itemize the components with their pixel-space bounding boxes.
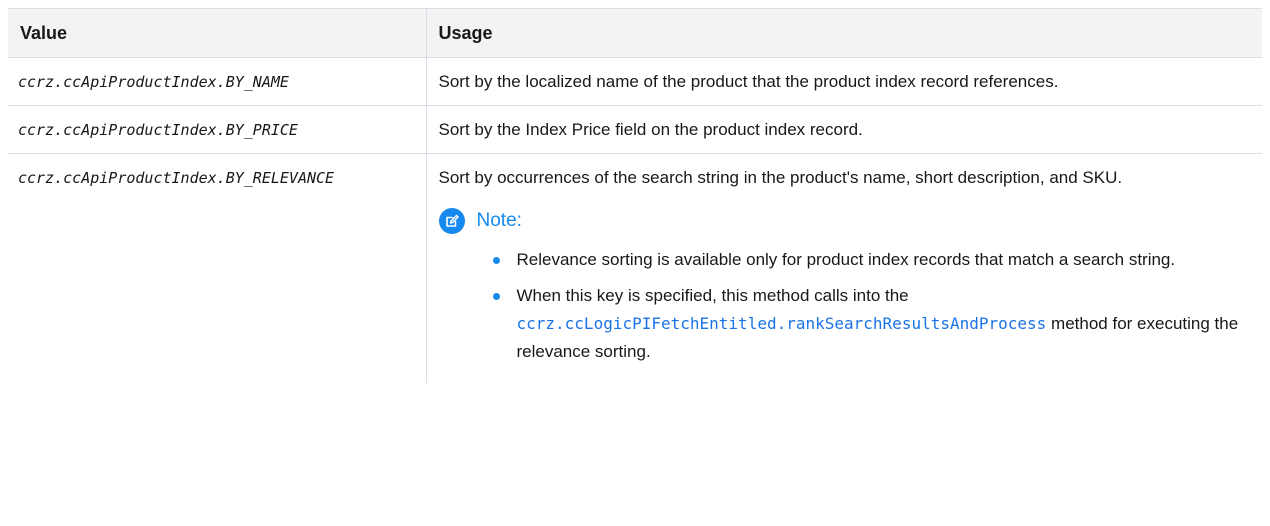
note-list: Relevance sorting is available only for … bbox=[439, 246, 1251, 366]
table-header-row: Value Usage bbox=[8, 8, 1262, 58]
table-row: ccrz.ccApiProductIndex.BY_RELEVANCE Sort… bbox=[8, 153, 1262, 383]
note-callout: Note: Relevance sorting is available onl… bbox=[438, 206, 1251, 366]
usage-cell: Sort by the Index Price field on the pro… bbox=[425, 105, 1262, 154]
value-cell: ccrz.ccApiProductIndex.BY_PRICE bbox=[8, 105, 426, 154]
list-item: When this key is specified, this method … bbox=[492, 282, 1251, 366]
reference-table: Value Usage ccrz.ccApiProductIndex.BY_NA… bbox=[8, 8, 1262, 383]
column-header-usage: Usage bbox=[425, 8, 1262, 58]
list-item: Relevance sorting is available only for … bbox=[492, 246, 1251, 274]
note-title: Note: bbox=[476, 210, 522, 231]
value-cell: ccrz.ccApiProductIndex.BY_RELEVANCE bbox=[18, 169, 335, 187]
api-method-link[interactable]: ccrz.ccLogicPIFetchEntitled.rankSearchRe… bbox=[517, 314, 1047, 333]
table-row: ccrz.ccApiProductIndex.BY_PRICE Sort by … bbox=[8, 105, 1262, 154]
usage-cell: Sort by occurrences of the search string… bbox=[425, 153, 1262, 383]
usage-cell: Sort by the localized name of the produc… bbox=[425, 57, 1262, 106]
list-item-text: When this key is specified, this method … bbox=[516, 286, 909, 305]
value-cell: ccrz.ccApiProductIndex.BY_NAME bbox=[8, 57, 426, 106]
table-row: ccrz.ccApiProductIndex.BY_NAME Sort by t… bbox=[8, 57, 1262, 106]
column-header-value: Value bbox=[8, 8, 426, 58]
note-header: Note: bbox=[438, 206, 1251, 236]
usage-text: Sort by occurrences of the search string… bbox=[438, 168, 1123, 187]
edit-note-icon bbox=[438, 208, 465, 234]
